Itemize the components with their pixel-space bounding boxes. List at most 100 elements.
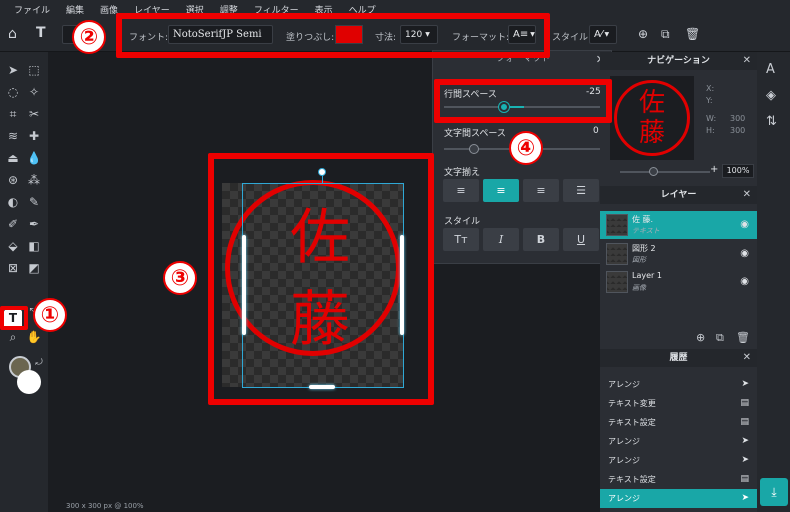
document-icon: ▤ — [740, 474, 749, 484]
nav-w-label: W: — [706, 114, 717, 123]
align-justify-icon: ☰ — [576, 184, 586, 197]
letter-spacing-label: 文字間スペース — [444, 129, 506, 139]
sponge-icon[interactable]: ⊛ — [4, 171, 22, 189]
marquee-icon[interactable]: ⬚ — [25, 61, 43, 79]
style-label: スタイル: — [552, 33, 592, 43]
history-item[interactable]: アレンジ ➤ — [600, 432, 757, 451]
layer-type: テキスト — [632, 227, 660, 235]
gradient-icon[interactable]: ◧ — [25, 237, 43, 255]
background-color[interactable] — [17, 370, 41, 394]
pencil-icon[interactable]: ✎ — [25, 193, 43, 211]
history-item[interactable]: アレンジ ➤ — [600, 489, 757, 508]
bucket-icon[interactable]: ⬙ — [4, 237, 22, 255]
eye-icon[interactable]: ◉ — [740, 248, 749, 259]
history-item[interactable]: テキスト変更 ▤ — [600, 394, 757, 413]
duplicate-icon[interactable]: ⧉ — [661, 27, 670, 42]
zoom-slider-thumb[interactable] — [649, 167, 658, 176]
chevron-down-icon: ▼ — [604, 31, 610, 38]
drop-icon[interactable]: 💧 — [25, 149, 43, 167]
layer-type: 画像 — [632, 284, 646, 292]
transform-icon[interactable]: ⊠ — [4, 259, 22, 277]
text-panel-icon[interactable]: A — [766, 62, 775, 77]
side-strip: A ◈ ⇅ — [757, 52, 790, 512]
nav-y-label: Y: — [706, 96, 713, 105]
bandage-icon[interactable]: ✚ — [25, 127, 43, 145]
nav-w-value: 300 — [730, 114, 746, 123]
stamp-icon[interactable]: ⏏ — [4, 149, 22, 167]
add-layer-icon[interactable]: ⊕ — [696, 331, 705, 344]
nav-h-label: H: — [706, 126, 715, 135]
text-case-button[interactable]: Tт — [443, 228, 479, 251]
menu-edit[interactable]: 編集 — [66, 3, 84, 16]
eye-icon[interactable]: ◉ — [740, 276, 749, 287]
letter-spacing-value[interactable]: 0 — [593, 126, 599, 136]
close-icon[interactable]: ✕ — [743, 349, 751, 367]
add-layer-icon[interactable]: ⊕ — [638, 27, 648, 41]
history-item[interactable]: アレンジ ➤ — [600, 451, 757, 470]
history-item[interactable]: テキスト設定 ▤ — [600, 470, 757, 489]
brush-icon[interactable]: ✒ — [25, 215, 43, 233]
adjust-panel-icon[interactable]: ⇅ — [766, 114, 777, 129]
scissors-icon[interactable]: ✂ — [25, 105, 43, 123]
letter-spacing-thumb[interactable] — [469, 144, 479, 154]
pointer-icon[interactable]: ➤ — [4, 61, 22, 79]
home-icon[interactable]: ⌂ — [8, 26, 17, 42]
eye-icon[interactable]: ◉ — [740, 219, 749, 230]
canvas-status: 300 x 300 px @ 100% — [66, 502, 144, 510]
highlight-box-line-spacing — [434, 79, 612, 123]
eraser-icon[interactable]: ✐ — [4, 215, 22, 233]
layer-item[interactable]: 図形 2 図形 ◉ — [600, 240, 757, 268]
layer-name: 図形 2 — [632, 244, 656, 253]
text-tool-highlighted-icon[interactable]: T — [5, 310, 21, 326]
history-label: アレンジ — [608, 456, 640, 465]
text-align-label: 文字揃え — [444, 168, 481, 178]
delete-layer-icon[interactable]: 🗑 — [736, 331, 750, 344]
layer-item[interactable]: 佐 藤. テキスト ◉ — [600, 211, 757, 239]
navigation-thumbnail[interactable]: 佐 藤 — [610, 76, 694, 160]
layer-item[interactable]: Layer 1 画像 ◉ — [600, 268, 757, 296]
zoom-in-icon[interactable]: + — [710, 164, 718, 175]
layers-panel-icon[interactable]: ◈ — [766, 88, 776, 103]
cursor-icon: ➤ — [741, 493, 749, 503]
align-right-button[interactable]: ≡ — [523, 179, 559, 202]
duplicate-layer-icon[interactable]: ⧉ — [716, 331, 724, 345]
history-item[interactable]: アレンジ ➤ — [600, 375, 757, 394]
style-dropdown[interactable]: A⁄ ▼ — [589, 25, 617, 44]
history-header: 履歴 ✕ — [600, 349, 757, 367]
style-section-label: スタイル — [444, 217, 481, 227]
magic-wand-icon[interactable]: ✧ — [25, 83, 43, 101]
zoom-slider[interactable] — [620, 171, 710, 173]
history-item[interactable]: テキスト設定 ▤ — [600, 413, 757, 432]
liquify-icon[interactable]: ≋ — [4, 127, 22, 145]
history-label: テキスト設定 — [608, 418, 656, 427]
dodge-icon[interactable]: ◐ — [4, 193, 22, 211]
export-button[interactable]: ⤓ — [760, 478, 788, 506]
italic-button[interactable]: I — [483, 228, 519, 251]
align-justify-button[interactable]: ☰ — [563, 179, 599, 202]
underline-button[interactable]: U — [563, 228, 599, 251]
zoom-input[interactable]: 100% — [722, 164, 754, 178]
align-center-button[interactable]: ≡ — [483, 179, 519, 202]
blur-icon[interactable]: ⁂ — [25, 171, 43, 189]
trash-icon[interactable]: 🗑 — [685, 27, 700, 41]
shape-icon[interactable]: ◩ — [25, 259, 43, 277]
close-icon[interactable]: ✕ — [743, 52, 751, 70]
bold-button[interactable]: B — [523, 228, 559, 251]
layer-thumbnail — [606, 271, 628, 293]
layer-name: 佐 藤. — [632, 215, 654, 224]
zoom-icon[interactable]: ⌕ — [4, 328, 22, 346]
align-center-icon: ≡ — [496, 184, 506, 197]
swap-colors-icon[interactable]: ⤾ — [30, 354, 48, 372]
align-left-button[interactable]: ≡ — [443, 179, 479, 202]
align-right-icon: ≡ — [536, 184, 546, 197]
menu-file[interactable]: ファイル — [14, 3, 50, 16]
crop-icon[interactable]: ⌗ — [4, 105, 22, 123]
text-tool-icon: T — [36, 25, 46, 41]
close-icon[interactable]: ✕ — [743, 186, 751, 204]
hand-icon[interactable]: ✋ — [25, 328, 43, 346]
cursor-icon: ➤ — [741, 455, 749, 465]
layers-header: レイヤー ✕ — [600, 186, 757, 204]
lasso-icon[interactable]: ◌ — [4, 83, 22, 101]
navigation-title: ナビゲーション — [647, 56, 710, 66]
document-icon: ▤ — [740, 417, 749, 427]
